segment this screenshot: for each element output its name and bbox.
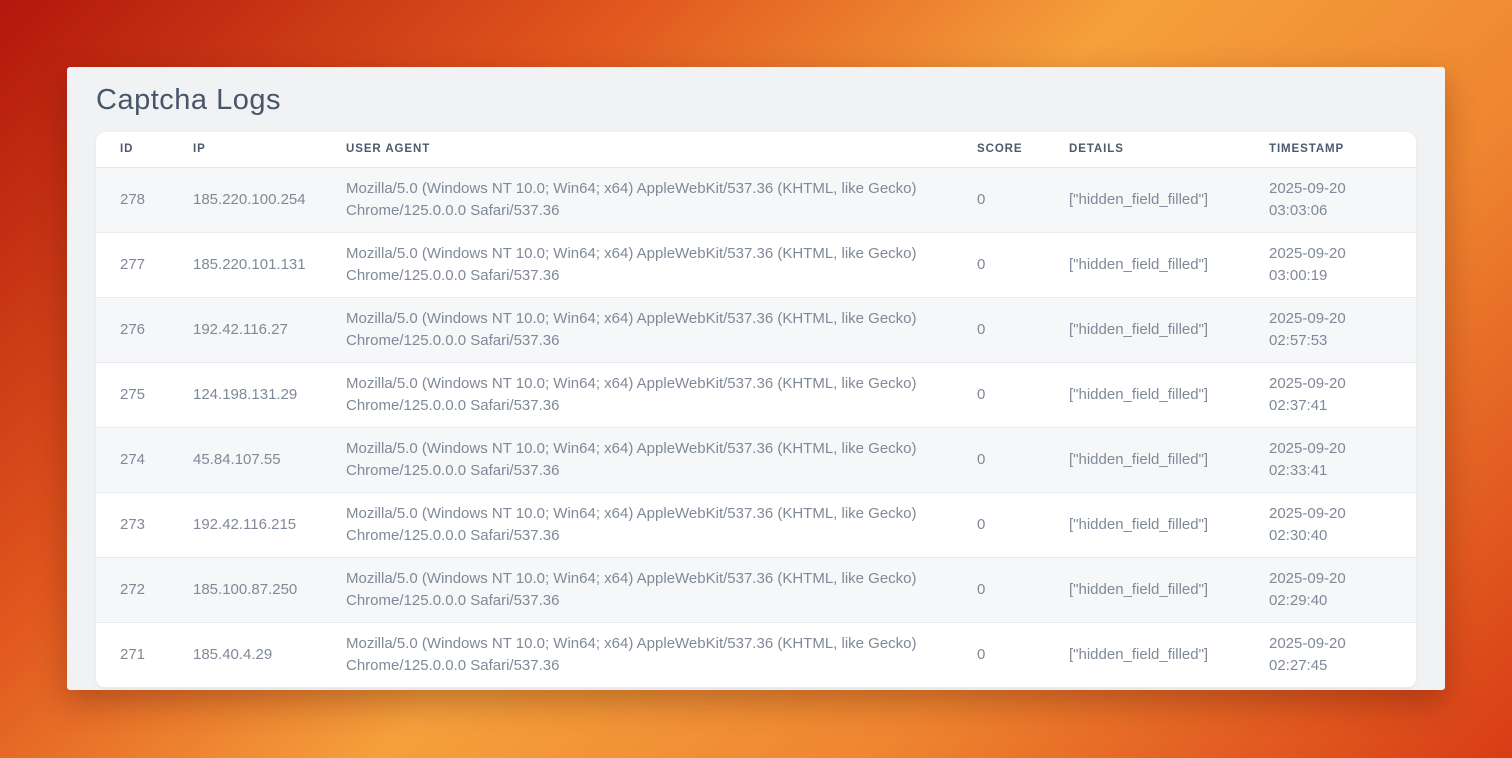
- cell-details: ["hidden_field_filled"]: [1045, 297, 1245, 362]
- cell-score: 0: [953, 167, 1045, 232]
- cell-user_agent: Mozilla/5.0 (Windows NT 10.0; Win64; x64…: [322, 362, 953, 427]
- cell-details: ["hidden_field_filled"]: [1045, 557, 1245, 622]
- table-row: 271185.40.4.29Mozilla/5.0 (Windows NT 10…: [96, 622, 1416, 687]
- cell-score: 0: [953, 492, 1045, 557]
- cell-ip: 185.220.100.254: [169, 167, 322, 232]
- cell-timestamp: 2025-09-20 02:27:45: [1245, 622, 1416, 687]
- cell-timestamp: 2025-09-20 02:37:41: [1245, 362, 1416, 427]
- cell-user_agent: Mozilla/5.0 (Windows NT 10.0; Win64; x64…: [322, 297, 953, 362]
- cell-id: 273: [96, 492, 169, 557]
- cell-id: 276: [96, 297, 169, 362]
- cell-user_agent: Mozilla/5.0 (Windows NT 10.0; Win64; x64…: [322, 557, 953, 622]
- captcha-logs-card: Captcha Logs ID IP USER AGENT SCORE DETA…: [67, 67, 1445, 690]
- column-header-timestamp: TIMESTAMP: [1245, 132, 1416, 167]
- cell-score: 0: [953, 297, 1045, 362]
- cell-timestamp: 2025-09-20 03:03:06: [1245, 167, 1416, 232]
- table-header-row: ID IP USER AGENT SCORE DETAILS TIMESTAMP: [96, 132, 1416, 167]
- cell-details: ["hidden_field_filled"]: [1045, 427, 1245, 492]
- cell-id: 271: [96, 622, 169, 687]
- column-header-user-agent: USER AGENT: [322, 132, 953, 167]
- cell-user_agent: Mozilla/5.0 (Windows NT 10.0; Win64; x64…: [322, 622, 953, 687]
- table-row: 273192.42.116.215Mozilla/5.0 (Windows NT…: [96, 492, 1416, 557]
- cell-details: ["hidden_field_filled"]: [1045, 362, 1245, 427]
- cell-score: 0: [953, 362, 1045, 427]
- cell-id: 277: [96, 232, 169, 297]
- column-header-score: SCORE: [953, 132, 1045, 167]
- cell-timestamp: 2025-09-20 02:33:41: [1245, 427, 1416, 492]
- table-row: 278185.220.100.254Mozilla/5.0 (Windows N…: [96, 167, 1416, 232]
- page-title: Captcha Logs: [96, 79, 1416, 121]
- cell-score: 0: [953, 232, 1045, 297]
- logs-table-container: ID IP USER AGENT SCORE DETAILS TIMESTAMP…: [96, 132, 1416, 688]
- cell-id: 274: [96, 427, 169, 492]
- column-header-id: ID: [96, 132, 169, 167]
- cell-ip: 192.42.116.215: [169, 492, 322, 557]
- cell-user_agent: Mozilla/5.0 (Windows NT 10.0; Win64; x64…: [322, 492, 953, 557]
- table-row: 277185.220.101.131Mozilla/5.0 (Windows N…: [96, 232, 1416, 297]
- table-row: 276192.42.116.27Mozilla/5.0 (Windows NT …: [96, 297, 1416, 362]
- cell-timestamp: 2025-09-20 02:30:40: [1245, 492, 1416, 557]
- cell-user_agent: Mozilla/5.0 (Windows NT 10.0; Win64; x64…: [322, 232, 953, 297]
- column-header-ip: IP: [169, 132, 322, 167]
- cell-score: 0: [953, 557, 1045, 622]
- cell-user_agent: Mozilla/5.0 (Windows NT 10.0; Win64; x64…: [322, 427, 953, 492]
- column-header-details: DETAILS: [1045, 132, 1245, 167]
- cell-ip: 124.198.131.29: [169, 362, 322, 427]
- table-row: 275124.198.131.29Mozilla/5.0 (Windows NT…: [96, 362, 1416, 427]
- cell-details: ["hidden_field_filled"]: [1045, 622, 1245, 687]
- cell-ip: 45.84.107.55: [169, 427, 322, 492]
- cell-ip: 185.100.87.250: [169, 557, 322, 622]
- cell-id: 278: [96, 167, 169, 232]
- cell-id: 272: [96, 557, 169, 622]
- cell-score: 0: [953, 622, 1045, 687]
- cell-timestamp: 2025-09-20 03:00:19: [1245, 232, 1416, 297]
- cell-details: ["hidden_field_filled"]: [1045, 167, 1245, 232]
- cell-ip: 185.220.101.131: [169, 232, 322, 297]
- cell-ip: 192.42.116.27: [169, 297, 322, 362]
- cell-timestamp: 2025-09-20 02:29:40: [1245, 557, 1416, 622]
- cell-id: 275: [96, 362, 169, 427]
- table-row: 272185.100.87.250Mozilla/5.0 (Windows NT…: [96, 557, 1416, 622]
- cell-ip: 185.40.4.29: [169, 622, 322, 687]
- cell-user_agent: Mozilla/5.0 (Windows NT 10.0; Win64; x64…: [322, 167, 953, 232]
- cell-details: ["hidden_field_filled"]: [1045, 232, 1245, 297]
- cell-details: ["hidden_field_filled"]: [1045, 492, 1245, 557]
- logs-table: ID IP USER AGENT SCORE DETAILS TIMESTAMP…: [96, 132, 1416, 688]
- cell-timestamp: 2025-09-20 02:57:53: [1245, 297, 1416, 362]
- table-row: 27445.84.107.55Mozilla/5.0 (Windows NT 1…: [96, 427, 1416, 492]
- cell-score: 0: [953, 427, 1045, 492]
